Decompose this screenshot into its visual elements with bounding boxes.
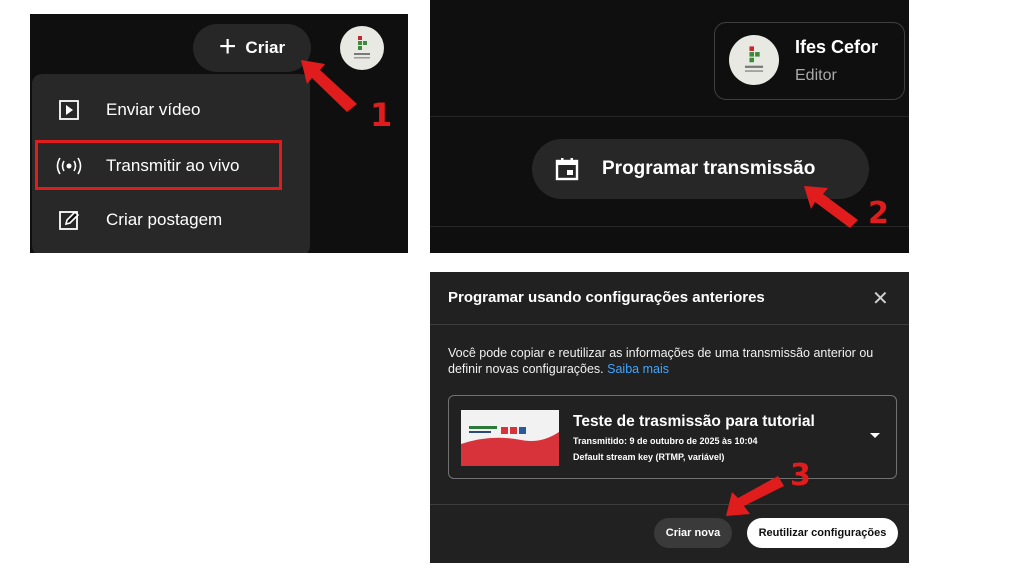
menu-item-label: Criar postagem (106, 210, 223, 229)
create-new-button[interactable]: Criar nova (654, 518, 732, 548)
close-icon[interactable]: ✕ (872, 286, 889, 311)
stream-key: Default stream key (RTMP, variável) (573, 452, 725, 462)
avatar (729, 35, 779, 85)
stream-thumbnail (461, 410, 559, 466)
highlight-box (35, 140, 282, 190)
chevron-down-icon[interactable] (870, 433, 880, 438)
step-number-2: 2 (868, 196, 889, 231)
schedule-stream-label: Programar transmissão (602, 158, 816, 179)
previous-stream-select[interactable]: Teste de trasmissão para tutorial Transm… (448, 395, 897, 479)
upload-video-icon (32, 99, 106, 121)
create-post-icon (32, 209, 106, 231)
reuse-settings-button[interactable]: Reutilizar configurações (747, 518, 898, 548)
account-switcher[interactable]: Ifes Cefor Editor (714, 22, 905, 100)
create-button[interactable]: + Criar (193, 24, 311, 72)
account-panel: Ifes Cefor Editor Programar transmissão … (430, 0, 909, 253)
menu-item-create-post[interactable]: Criar postagem (32, 194, 310, 246)
step-number-3: 3 (790, 458, 811, 493)
annotation-arrow-1 (301, 60, 357, 112)
schedule-dialog: Programar usando configurações anteriore… (430, 272, 909, 563)
calendar-icon (532, 156, 602, 182)
divider (430, 504, 909, 505)
divider (430, 324, 909, 325)
learn-more-link[interactable]: Saiba mais (607, 362, 669, 376)
step-number-1: 1 (370, 96, 393, 134)
annotation-arrow-3 (726, 476, 784, 516)
account-role: Editor (795, 67, 837, 84)
account-name: Ifes Cefor (795, 37, 879, 57)
stream-title: Teste de trasmissão para tutorial (573, 413, 815, 430)
menu-item-upload-video[interactable]: Enviar vídeo (32, 84, 310, 136)
menu-item-label: Enviar vídeo (106, 100, 201, 119)
create-button-label: Criar (245, 38, 286, 57)
create-menu-panel: + Criar Enviar vídeo Transmitir ao vivo (30, 14, 408, 253)
plus-icon: + (218, 29, 237, 63)
divider (430, 116, 909, 117)
dialog-description: Você pode copiar e reutilizar as informa… (448, 345, 903, 377)
dialog-title: Programar usando configurações anteriore… (448, 289, 765, 306)
stream-transmitted-date: Transmitido: 9 de outubro de 2025 às 10:… (573, 436, 758, 446)
ifes-logo-icon (744, 46, 764, 72)
